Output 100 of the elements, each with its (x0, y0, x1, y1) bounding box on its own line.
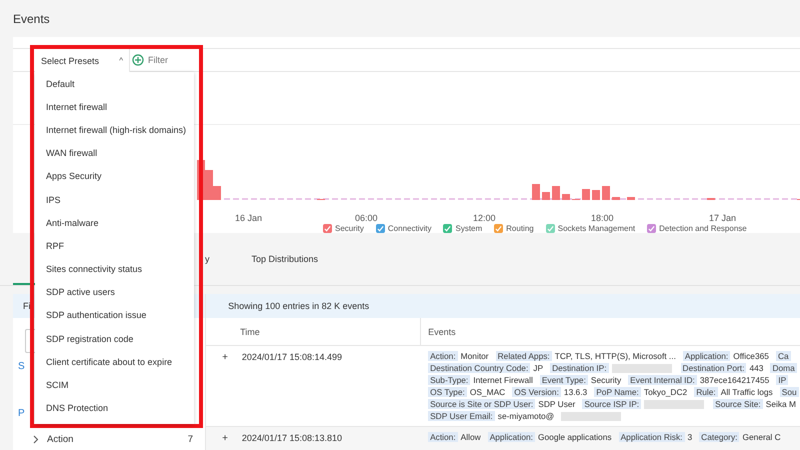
field-value: TCP, TLS, HTTP(S), Microsoft ... (554, 351, 676, 361)
field-value: 443 (749, 363, 764, 373)
histogram-bar (582, 189, 590, 200)
field-key: Ca (776, 351, 791, 361)
legend-checkbox[interactable] (647, 224, 656, 233)
field-key: Event Internal ID: (628, 375, 697, 385)
menu-item[interactable]: SCIM (35, 373, 194, 397)
menu-item[interactable]: Anti-malware (35, 211, 194, 234)
menu-item[interactable]: SDP registration code (35, 327, 194, 350)
legend-label: Detection and Response (659, 224, 747, 233)
field-key: Source is Site or SDP User: (428, 399, 536, 409)
field-value: Monitor (460, 351, 489, 361)
histogram-bar (627, 197, 635, 200)
field-key: IP (776, 375, 788, 385)
menu-item[interactable]: Sites connectivity status (35, 258, 194, 281)
legend-checkbox[interactable] (376, 224, 385, 233)
legend-checkbox[interactable] (546, 224, 555, 233)
histogram-bar (552, 186, 560, 200)
column-header: Events (428, 326, 456, 336)
column-header: Time (240, 326, 260, 336)
legend-checkbox[interactable] (443, 224, 452, 233)
expand-button[interactable]: + (222, 433, 228, 450)
menu-item[interactable]: Internet firewall (35, 95, 194, 118)
field-key: Doma (770, 363, 797, 373)
field-key: Destination Port: (680, 363, 746, 373)
histogram-bar (532, 184, 540, 200)
menu-item[interactable]: Default (35, 72, 194, 96)
histogram-bar (612, 197, 620, 200)
menu-item[interactable]: RPF (35, 234, 194, 258)
axis-label: 16 Jan (235, 213, 262, 224)
axis-label: 06:00 (355, 213, 378, 224)
field-value: Office365 (733, 351, 769, 361)
field-key: Source Site: (713, 399, 763, 409)
field-value: Allow (460, 432, 481, 442)
page-title: Events (12, 11, 51, 28)
legend-label: Routing (506, 224, 534, 233)
field-key: Rule: (694, 387, 718, 397)
field-key: Source ISP IP: (582, 399, 642, 409)
histogram-bar (562, 194, 570, 200)
histogram-bar (542, 192, 550, 200)
field-key: PoP Name: (594, 387, 641, 397)
presets-dropdown[interactable]: Select Presets ^ (35, 49, 130, 72)
legend-checkbox[interactable] (323, 224, 332, 233)
field-key: Action: (428, 432, 458, 442)
results-summary: Showing 100 entries in 82 K events (228, 301, 370, 311)
field-value: 13.6.3 (564, 387, 588, 397)
field-value: Tokyo_DC2 (644, 387, 688, 397)
axis-label: 17 Jan (709, 213, 736, 224)
menu-item[interactable]: Client certificate about to expire (35, 350, 194, 374)
chevron-icon[interactable] (33, 435, 39, 444)
menu-item[interactable]: IPS (35, 188, 194, 212)
legend-label: Connectivity (388, 224, 432, 233)
count: 7 (188, 434, 194, 445)
field-value: Seika M (766, 399, 796, 409)
menu-item[interactable]: Internet firewall (high-risk domains) (35, 118, 194, 142)
add-icon (132, 54, 144, 66)
menu-item[interactable]: DNS Protection (35, 396, 194, 420)
field-key: Application Risk: (618, 432, 684, 442)
field-value: 387ece164217455 (700, 375, 770, 385)
field-value: Google applications (538, 432, 612, 442)
legend-checkbox[interactable] (494, 224, 504, 233)
legend-label: System (455, 224, 482, 233)
field-key: Sub-Type: (428, 375, 470, 385)
field-key: Application: (682, 351, 730, 361)
histogram-bar (602, 186, 610, 200)
menu-item[interactable]: SDP active users (35, 280, 194, 304)
histogram-bar (592, 190, 600, 200)
axis-label: 12:00 (473, 213, 496, 224)
field-key: Event Type: (540, 375, 588, 385)
field-key: OS Version: (512, 387, 561, 397)
tab[interactable]: y (205, 254, 210, 264)
filter-group-label[interactable]: Action (47, 434, 180, 445)
menu-item[interactable]: Apps Security (35, 164, 194, 188)
expand-button[interactable]: + (222, 352, 228, 422)
field-value: Internet Firewall (473, 375, 533, 385)
field-value: JP (533, 363, 544, 373)
filter-button[interactable]: Filter (132, 54, 168, 66)
field-key: Action: (428, 351, 458, 361)
field-value: OS_MAC (470, 387, 506, 397)
field-value: Security (590, 375, 622, 385)
field-value: All Traffic logs (720, 387, 773, 397)
tab[interactable]: Top Distributions (242, 254, 328, 264)
panel-header: Fi (23, 301, 30, 311)
field-key: Application: (488, 432, 535, 442)
field-value: 3 (688, 432, 692, 442)
field-key: Destination Country Code: (428, 363, 530, 373)
field-key: SDP User Email: (428, 411, 495, 421)
field-key: Related Apps: (496, 351, 552, 361)
menu-item[interactable]: WAN firewall (35, 142, 194, 165)
field-key: Category: (699, 432, 740, 442)
axis-label: 18:00 (591, 213, 614, 224)
legend-label: Sockets Management (558, 224, 636, 233)
legend-label: Security (335, 224, 364, 233)
field-key: OS Type: (428, 387, 467, 397)
field-key: Destination IP: (550, 363, 609, 373)
field-value: se-miyamoto@ (498, 411, 554, 421)
field-key: Sou (780, 387, 799, 397)
time-cell-text: 2024/01/17 15:08:13.810 (242, 433, 342, 445)
histogram-bar (707, 198, 715, 200)
menu-item[interactable]: SDP authentication issue (35, 304, 194, 328)
